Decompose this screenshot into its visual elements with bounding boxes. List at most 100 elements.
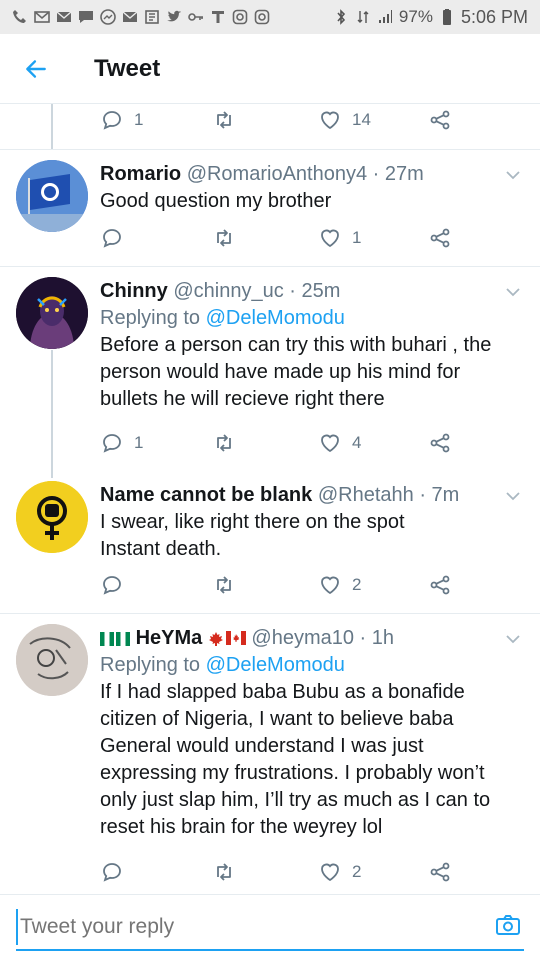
display-name[interactable]: HeYMa [136,627,203,649]
share-icon [430,110,450,130]
flag-icons [100,631,130,646]
camera-icon[interactable] [494,911,522,939]
chevron-down-icon[interactable] [504,487,522,505]
feminist-fist-avatar-image [16,481,88,553]
news-icon [145,10,159,24]
share-icon [430,228,450,248]
twitter-icon [167,10,181,22]
retweet-button[interactable] [212,860,236,884]
back-button[interactable] [0,34,72,104]
tweet-actions: 1 4 [100,431,460,457]
page-title: Tweet [94,54,161,82]
share-button[interactable] [428,108,452,132]
retweet-button[interactable] [212,108,236,132]
reply-icon [103,576,121,595]
mention-link[interactable]: @DeleMomodu [206,654,345,676]
like-button[interactable]: 14 [318,108,371,132]
share-icon [430,575,450,595]
share-button[interactable] [428,431,452,455]
timestamp: · 7m [419,484,460,506]
retweet-button[interactable] [212,431,236,455]
share-button[interactable] [428,860,452,884]
tweet-text: If I had slapped baba Bubu as a bonafide… [100,681,491,838]
replying-to: Replying to @DeleMomodu [100,305,500,332]
mention-link[interactable]: @DeleMomodu [206,307,345,329]
like-count: 1 [352,228,362,247]
mail-icon [34,11,50,23]
app-header: Tweet [0,34,540,104]
user-handle[interactable]: @Rhetahh [318,484,414,506]
text-t-icon [212,11,224,23]
chevron-down-icon[interactable] [504,630,522,648]
avatar[interactable] [16,624,88,696]
reply-tweet[interactable]: HeYMa @heyma10 · 1h Replying to @DeleMom… [0,614,540,894]
chevron-down-icon[interactable] [504,283,522,301]
avatar[interactable] [16,160,88,232]
retweet-icon [217,111,231,129]
signal-icon [378,10,392,23]
display-name[interactable]: Romario [100,163,181,185]
tweet-content: Chinny @chinny_uc · 25m Replying to @Del… [100,277,500,413]
share-button[interactable] [428,573,452,597]
message-icon [79,11,93,23]
like-icon [321,111,339,130]
tweet-actions: 2 [100,573,460,599]
messenger-icon [100,9,116,25]
nigeria-flag-icon [116,631,130,646]
like-button[interactable]: 1 [318,226,361,250]
notification-icons [12,9,333,25]
phone-icon [13,10,26,23]
key-icon [188,13,203,21]
reply-feed[interactable]: 1 14 Romario @RomarioAnthony4 · 27m Good… [0,104,540,894]
display-name[interactable]: Name cannot be blank [100,484,312,506]
maple-leaf-icon [208,631,223,646]
user-handle[interactable]: @chinny_uc [173,280,283,302]
display-name[interactable]: Chinny [100,280,168,302]
chelsea-flag-avatar-image [16,160,88,232]
reply-tweet[interactable]: Name cannot be blank @Rhetahh · 7m I swe… [0,471,540,614]
user-handle[interactable]: @heyma10 [251,627,354,649]
reply-icon [103,434,121,453]
reply-button[interactable]: 1 [100,431,143,455]
mail-icon [56,11,72,22]
tweet-content: Romario @RomarioAnthony4 · 27m Good ques… [100,160,500,215]
chevron-down-icon[interactable] [504,166,522,184]
reply-button[interactable] [100,226,134,250]
status-bar: 97% 5:06 PM [0,0,540,34]
like-button[interactable]: 2 [318,860,361,884]
reply-button[interactable] [100,573,134,597]
bluetooth-icon [337,9,346,25]
battery-percentage: 97% [398,7,433,26]
canada-flag-icon [225,630,246,645]
tweet-header: Name cannot be blank @Rhetahh · 7m [100,481,500,509]
retweet-button[interactable] [212,573,236,597]
reply-tweet[interactable]: Romario @RomarioAnthony4 · 27m Good ques… [0,150,540,267]
tweet-actions: 1 14 [100,108,460,134]
reply-button[interactable]: 1 [100,108,143,132]
like-count: 4 [352,433,362,452]
share-icon [430,433,450,453]
tweet-actions: 2 [100,860,460,886]
battery-icon [442,9,451,25]
retweet-button[interactable] [212,226,236,250]
like-button[interactable]: 2 [318,573,361,597]
mail-icon [122,11,138,22]
like-icon [321,434,339,453]
share-button[interactable] [428,226,452,250]
tweet-actions: 1 [100,226,460,252]
reply-tweet[interactable]: Chinny @chinny_uc · 25m Replying to @Del… [0,267,540,471]
retweet-icon [217,229,231,247]
reply-button[interactable] [100,860,134,884]
avatar[interactable] [16,481,88,553]
reply-input[interactable] [16,909,456,945]
user-handle[interactable]: @RomarioAnthony4 [187,163,367,185]
nigeria-flag-icon [100,631,114,646]
like-icon [321,863,339,882]
like-button[interactable]: 4 [318,431,361,455]
replying-to-label: Replying to [100,307,206,329]
retweet-icon [217,576,231,594]
reply-count: 1 [134,110,144,129]
like-count: 2 [352,862,362,881]
avatar[interactable] [16,277,88,349]
timestamp: · 27m [372,163,424,185]
